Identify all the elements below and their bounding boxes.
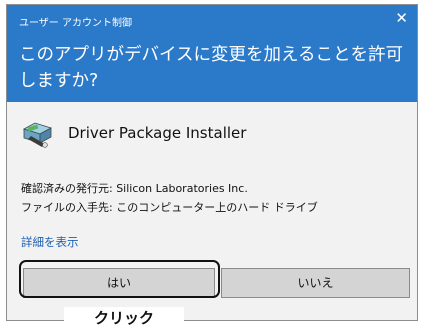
no-button[interactable]: いいえ xyxy=(221,268,410,298)
origin-text: ファイルの入手先: このコンピューター上のハード ドライブ xyxy=(21,201,318,214)
driver-package-icon xyxy=(22,122,53,148)
click-callout-label: クリック xyxy=(64,307,184,331)
click-highlight-frame xyxy=(19,260,220,298)
app-name: Driver Package Installer xyxy=(68,124,247,142)
show-details-link[interactable]: 詳細を表示 xyxy=(21,234,79,250)
close-icon[interactable]: ✕ xyxy=(395,11,408,26)
app-info: 確認済みの発行元: Silicon Laboratories Inc. ファイル… xyxy=(21,179,318,217)
publisher-text: 確認済みの発行元: Silicon Laboratories Inc. xyxy=(21,182,248,195)
window-title: ユーザー アカウント制御 xyxy=(19,18,132,29)
dialog-question: このアプリがデバイスに変更を加えることを許可しますか? xyxy=(19,45,403,91)
dialog-header: ユーザー アカウント制御 ✕ このアプリがデバイスに変更を加えることを許可します… xyxy=(7,5,417,102)
